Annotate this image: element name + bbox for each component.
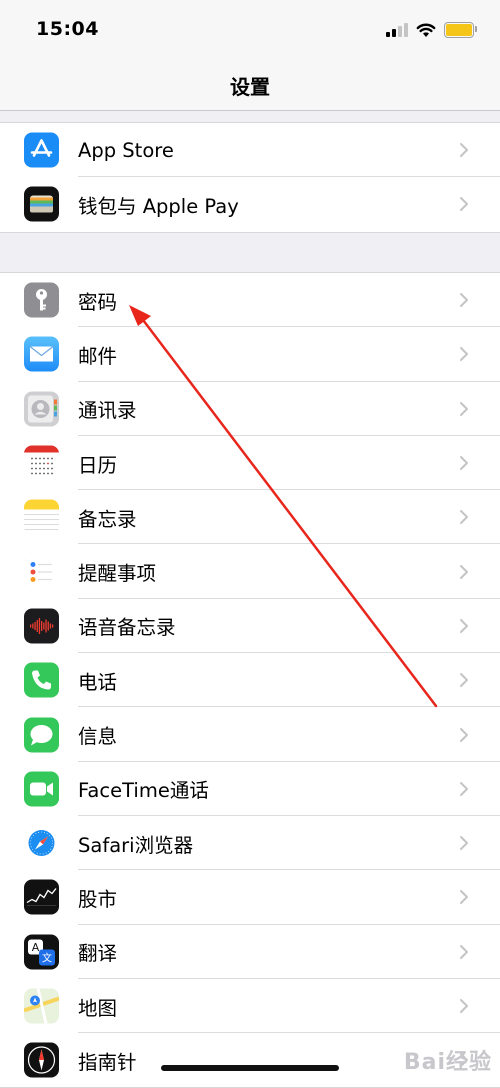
- settings-row[interactable]: 钱包与 Apple Pay: [0, 177, 500, 231]
- mail-icon: [24, 336, 59, 372]
- navigation-bar: 设置: [0, 60, 500, 111]
- chevron-right-icon: [460, 197, 468, 212]
- settings-row-label: 钱包与 Apple Pay: [78, 194, 239, 218]
- settings-row[interactable]: 邮件: [0, 327, 500, 382]
- settings-row-label: 通讯录: [78, 399, 137, 423]
- battery-level: [446, 24, 472, 36]
- chevron-right-icon: [460, 727, 468, 742]
- settings-row-label: App Store: [78, 138, 174, 162]
- settings-row[interactable]: 备忘录: [0, 490, 500, 545]
- settings-row-label: 备忘录: [78, 507, 137, 531]
- watermark: Bai经验: [403, 1050, 492, 1075]
- battery-icon: [444, 22, 477, 38]
- settings-row-label: 语音备忘录: [78, 616, 176, 640]
- chevron-right-icon: [460, 781, 468, 796]
- settings-row[interactable]: 日历: [0, 436, 500, 491]
- chevron-right-icon: [460, 564, 468, 579]
- settings-row[interactable]: 电话: [0, 653, 500, 708]
- stocks-icon: [24, 879, 59, 915]
- settings-row[interactable]: 信息: [0, 707, 500, 762]
- chevron-right-icon: [460, 944, 468, 959]
- svg-text:A: A: [32, 941, 40, 954]
- settings-group-store: App Store 钱包与 Apple Pay: [0, 122, 500, 233]
- chevron-right-icon: [460, 293, 468, 308]
- settings-row[interactable]: A 文翻译: [0, 925, 500, 979]
- settings-row-label: 邮件: [78, 344, 118, 368]
- app-store-icon: [24, 132, 59, 168]
- settings-row[interactable]: 提醒事项: [0, 544, 500, 599]
- chevron-right-icon: [460, 836, 468, 851]
- phone-icon: [24, 662, 59, 698]
- wallet-icon: [24, 186, 59, 222]
- translate-icon: A文: [24, 934, 59, 970]
- settings-group-apps: 密码邮件通讯录日历备忘录提醒事项语音备忘录电话信息 FaceTime通话 Safar…: [0, 272, 500, 1088]
- settings-row[interactable]: App Store: [0, 123, 500, 178]
- settings-row-label: 电话: [78, 670, 118, 694]
- key-icon: [24, 282, 59, 318]
- chevron-right-icon: [460, 401, 468, 416]
- compass-icon: [24, 1042, 59, 1078]
- settings-row[interactable]: 地图: [0, 979, 500, 1034]
- voice-memos-icon: [24, 608, 59, 644]
- chevron-right-icon: [460, 347, 468, 362]
- settings-row-label: 密码: [78, 290, 118, 314]
- chevron-right-icon: [460, 890, 468, 905]
- chevron-right-icon: [460, 618, 468, 633]
- chevron-right-icon: [460, 143, 468, 158]
- settings-row[interactable]: Safari浏览器: [0, 816, 500, 871]
- safari-icon: [24, 825, 59, 861]
- cellular-signal-icon: [386, 23, 408, 37]
- chevron-right-icon: [460, 999, 468, 1013]
- settings-row-label: 股市: [78, 887, 118, 911]
- settings-row-label: Safari浏览器: [78, 833, 194, 857]
- reminders-icon: [24, 554, 59, 590]
- settings-row-label: 地图: [78, 996, 118, 1020]
- settings-row-label: FaceTime通话: [78, 779, 209, 803]
- facetime-icon: [24, 771, 59, 807]
- chevron-right-icon: [460, 456, 468, 471]
- settings-row-label: 信息: [78, 725, 118, 749]
- settings-row-label: 日历: [78, 453, 118, 477]
- svg-text:文: 文: [42, 951, 52, 964]
- contacts-icon: [24, 391, 59, 427]
- settings-row-label: 指南针: [78, 1050, 137, 1074]
- settings-row[interactable]: 股市: [0, 870, 500, 925]
- settings-row-label: 提醒事项: [78, 562, 157, 586]
- settings-row[interactable]: 语音备忘录: [0, 599, 500, 654]
- status-bar: 15:04: [0, 0, 500, 60]
- maps-icon: [24, 988, 59, 1024]
- settings-row[interactable]: FaceTime通话: [0, 762, 500, 816]
- page-title: 设置: [230, 75, 270, 99]
- chevron-right-icon: [460, 510, 468, 525]
- status-time: 15:04: [36, 18, 99, 40]
- chevron-right-icon: [460, 673, 468, 688]
- status-icons: [386, 20, 477, 40]
- messages-icon: [24, 717, 59, 753]
- home-indicator[interactable]: [161, 1065, 339, 1071]
- settings-row-label: 翻译: [78, 942, 118, 966]
- calendar-icon: [24, 445, 59, 481]
- settings-row[interactable]: 通讯录: [0, 382, 500, 436]
- notes-icon: [24, 499, 59, 535]
- wifi-icon: [416, 23, 436, 37]
- settings-row[interactable]: 密码: [0, 273, 500, 328]
